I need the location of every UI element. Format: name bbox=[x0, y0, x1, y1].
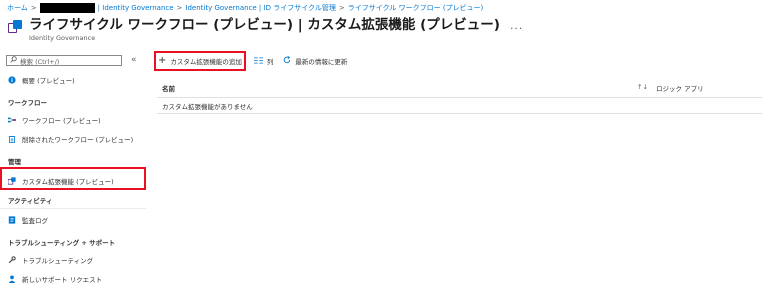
sidebar-item-label: ワークフロー (プレビュー) bbox=[22, 117, 101, 125]
wrench-icon bbox=[8, 256, 16, 264]
section-header-workflows: ワークフロー bbox=[8, 99, 47, 107]
breadcrumb-separator: > bbox=[338, 4, 345, 12]
refresh-icon bbox=[283, 56, 291, 66]
search-icon bbox=[10, 56, 17, 65]
grid-empty-row: カスタム拡張機能がありません bbox=[157, 98, 762, 114]
sidebar-item-label: 監査ログ bbox=[22, 217, 48, 225]
page-header: ライフサイクル ワークフロー (プレビュー) | カスタム拡張機能 (プレビュー… bbox=[7, 17, 523, 42]
refresh-button[interactable]: 最新の情報に更新 bbox=[283, 56, 347, 66]
sidebar-item-workflows[interactable]: ワークフロー (プレビュー) bbox=[8, 115, 101, 125]
breadcrumb-id-lifecycle[interactable]: Identity Governance | ID ライフサイクル管理 bbox=[185, 3, 335, 13]
person-icon bbox=[8, 275, 16, 283]
sidebar-item-deleted-workflows[interactable]: 削除されたワークフロー (プレビュー) bbox=[8, 134, 133, 144]
breadcrumb-lifecycle-workflows[interactable]: ライフサイクル ワークフロー (プレビュー) bbox=[348, 3, 484, 13]
columns-icon bbox=[253, 57, 263, 66]
sidebar-item-label: 削除されたワークフロー (プレビュー) bbox=[22, 136, 134, 144]
lifecycle-workflow-icon bbox=[7, 19, 23, 35]
page-subtitle: Identity Governance bbox=[29, 34, 96, 42]
breadcrumb-separator: > bbox=[30, 4, 37, 12]
sidebar-item-overview[interactable]: 概要 (プレビュー) bbox=[8, 75, 75, 85]
section-header-troubleshooting: トラブルシューティング + サポート bbox=[8, 239, 116, 247]
collapse-sidebar-button[interactable]: « bbox=[131, 55, 137, 65]
breadcrumb-identity-governance[interactable]: | Identity Governance bbox=[98, 4, 174, 12]
sidebar-item-label: 新しいサポート リクエスト bbox=[22, 276, 103, 284]
empty-message: カスタム拡張機能がありません bbox=[162, 103, 253, 111]
page-title: ライフサイクル ワークフロー (プレビュー) | カスタム拡張機能 (プレビュー… bbox=[29, 17, 500, 33]
section-divider bbox=[0, 208, 146, 209]
breadcrumb: ホーム > | Identity Governance > Identity G… bbox=[7, 3, 483, 13]
highlight-box-add-button bbox=[154, 51, 246, 71]
breadcrumb-separator: > bbox=[176, 4, 183, 12]
section-header-manage: 管理 bbox=[8, 158, 21, 166]
sidebar: 検索 (Ctrl+/) « 概要 (プレビュー) ワークフロー ワークフロー (… bbox=[0, 50, 146, 290]
sidebar-item-label: トラブルシューティング bbox=[22, 257, 94, 265]
grid-header: 名前 ↑↓ ロジック アプリ bbox=[157, 78, 762, 98]
sidebar-item-new-support-request[interactable]: 新しいサポート リクエスト bbox=[8, 274, 102, 284]
sidebar-item-audit-logs[interactable]: 監査ログ bbox=[8, 215, 48, 225]
search-input[interactable]: 検索 (Ctrl+/) bbox=[6, 55, 122, 66]
sidebar-item-troubleshooting[interactable]: トラブルシューティング bbox=[8, 255, 93, 265]
log-icon bbox=[8, 216, 16, 224]
column-header-name[interactable]: 名前 bbox=[162, 83, 175, 93]
sidebar-item-label: 概要 (プレビュー) bbox=[22, 77, 75, 85]
highlight-box-custom-extensions bbox=[0, 167, 146, 190]
column-header-logic-app[interactable]: ロジック アプリ bbox=[656, 83, 704, 93]
section-header-activity: アクティビティ bbox=[8, 197, 53, 205]
search-placeholder: 検索 (Ctrl+/) bbox=[20, 57, 60, 66]
sort-icon[interactable]: ↑↓ bbox=[637, 83, 648, 91]
columns-button[interactable]: 列 bbox=[253, 56, 274, 66]
trash-icon bbox=[8, 135, 16, 143]
redacted-block bbox=[39, 3, 95, 13]
workflow-icon bbox=[8, 116, 16, 124]
refresh-label: 最新の情報に更新 bbox=[295, 58, 348, 66]
more-options-button[interactable]: ... bbox=[510, 19, 524, 33]
breadcrumb-home[interactable]: ホーム bbox=[7, 3, 28, 13]
columns-label: 列 bbox=[266, 58, 274, 66]
info-icon bbox=[8, 76, 16, 84]
